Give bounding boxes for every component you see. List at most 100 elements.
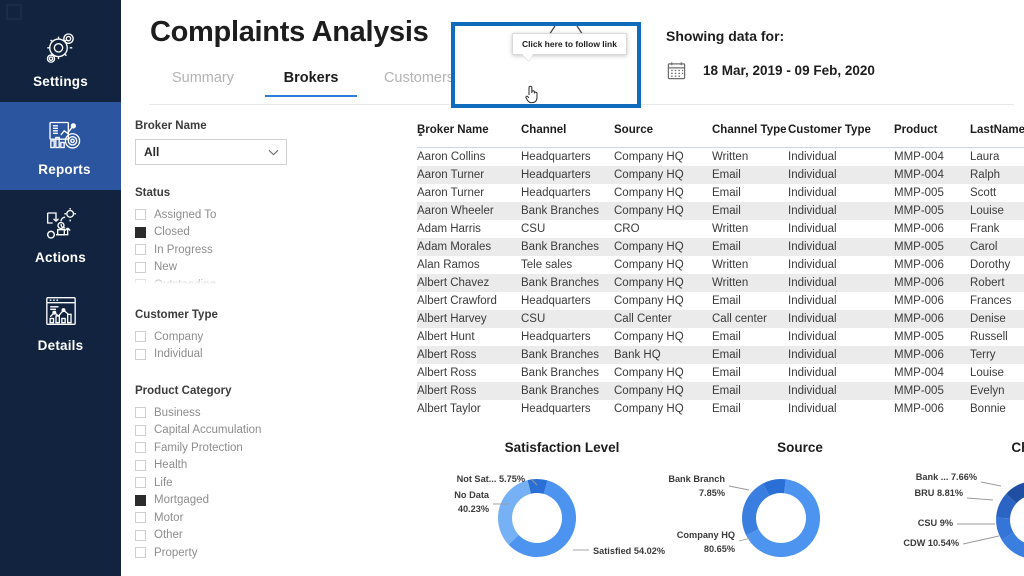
column-header-product[interactable]: Product [894,124,970,148]
product-option-business[interactable]: Business [135,404,287,422]
table-row[interactable]: Albert Chavez Bank Branches Company HQ Writ… [417,274,1024,292]
checkbox[interactable] [135,442,146,454]
column-header-lastname[interactable]: LastName [970,124,1024,148]
table-row[interactable]: Adam Harris CSU CRO Written Individual MMP-00… [417,220,1024,238]
table-cell: Email [712,187,741,199]
table-row[interactable]: Albert Hunt Headquarters Company HQ Email In… [417,328,1024,346]
table-cell: Written [712,277,749,289]
table-cell: Company HQ [614,385,684,397]
column-header-channel[interactable]: Channel [521,124,614,148]
checkbox[interactable] [135,529,146,541]
date-range-value[interactable]: 18 Mar, 2019 - 09 Feb, 2020 [703,63,875,78]
status-option-in-progress[interactable]: In Progress [135,241,287,259]
checkbox[interactable] [135,331,146,343]
sidebar-item-details[interactable]: Details [0,278,121,366]
broker-name-select[interactable]: All [135,139,287,165]
main-content: Complaints Analysis Summary Brokers Cust… [121,0,1024,576]
table-cell: Individual [788,187,837,199]
customer-type-option-company[interactable]: Company [135,328,287,346]
column-header-source[interactable]: Source [614,124,712,148]
table-cell: Email [712,241,741,253]
table-cell: Company HQ [614,367,684,379]
table-row[interactable]: Alan Ramos Tele sales Company HQ Written Ind… [417,256,1024,274]
chart-label-no-data-line1: No Data [454,490,490,500]
table-cell: Individual [788,295,837,307]
table-cell: MMP-006 [894,403,944,415]
checkbox[interactable] [135,348,146,360]
table-cell: MMP-005 [894,205,944,217]
table-row[interactable]: Albert Taylor Headquarters Company HQ Email… [417,400,1024,418]
checkbox[interactable] [135,261,146,273]
slice-bank-branch[interactable] [742,483,770,536]
tab-customers[interactable]: Customers [365,70,473,97]
checkbox[interactable] [135,547,146,559]
sidebar-item-settings[interactable]: Settings [0,14,121,102]
table-cell: Email [712,169,741,181]
option-label: In Progress [154,243,213,256]
chart-label-bank-branch-line1: Bank Branch [668,474,725,484]
table-row[interactable]: Albert Crawford Headquarters Company HQ Ema… [417,292,1024,310]
table-cell: MMP-004 [894,151,944,163]
table-cell: Email [712,385,741,397]
checkbox[interactable] [135,494,146,506]
tab-summary[interactable]: Summary [149,70,257,97]
option-label: Life [154,476,173,489]
status-option-assigned-to[interactable]: Assigned To [135,206,287,224]
table-cell: Bonnie [970,403,1006,415]
status-option-closed[interactable]: Closed [135,224,287,242]
checkbox[interactable] [135,477,146,489]
table-row[interactable]: Albert Ross Bank Branches Company HQ Email I… [417,382,1024,400]
table-cell: Adam Morales [417,241,492,253]
checkbox[interactable] [135,226,146,238]
table-cell: Albert Chavez [417,277,490,289]
column-header-customer-type[interactable]: Customer Type [788,124,894,148]
table-row[interactable]: Albert Harvey CSU Call Center Call center In… [417,310,1024,328]
status-filter-label: Status [135,187,171,199]
customer-type-option-individual[interactable]: Individual [135,346,287,364]
table-cell: Company HQ [614,151,684,163]
table-cell: MMP-006 [894,259,944,271]
table-row[interactable]: Aaron Turner Headquarters Company HQ Email I… [417,166,1024,184]
table-cell: Aaron Wheeler [417,205,494,217]
table-row[interactable]: Albert Ross Bank Branches Company HQ Email I… [417,364,1024,382]
table-cell: Individual [788,151,837,163]
checkbox[interactable] [135,244,146,256]
checkbox[interactable] [135,512,146,524]
app-root: Settings Reports Actions Details Complai… [0,0,1024,576]
table-cell: Albert Harvey [417,313,487,325]
status-filter-group: Status Assigned To Closed In Progress Ne… [135,187,287,287]
date-filter: Showing data for: 18 Mar, 2019 - 09 Feb,… [666,28,875,81]
table-cell: Alan Ramos [417,259,480,271]
table-cell: Individual [788,313,837,325]
column-header-broker-name[interactable]: Broker Name ▲ [417,124,521,148]
table-cell: Albert Ross [417,367,477,379]
broker-name-filter-label: Broker Name [135,120,207,132]
table-cell: Albert Taylor [417,403,481,415]
table-cell: MMP-005 [894,331,944,343]
option-label: Other [154,529,183,542]
table-row[interactable]: Adam Morales Bank Branches Company HQ Email… [417,238,1024,256]
status-option-new[interactable]: New [135,259,287,277]
tab-brokers[interactable]: Brokers [257,70,365,97]
channel-donut[interactable]: Bank ... 7.66% BRU 8.81% CSU 9% CDW 10.5… [889,436,1024,576]
broker-name-value: All [144,145,160,159]
table-row[interactable]: Aaron Collins Headquarters Company HQ Writt… [417,148,1024,167]
table-row[interactable]: Albert Ross Bank Branches Bank HQ Email Indi… [417,346,1024,364]
table-cell: Written [712,223,749,235]
sidebar-item-actions[interactable]: Actions [0,190,121,278]
checkbox[interactable] [135,424,146,436]
sidebar-item-reports[interactable]: Reports [0,102,129,190]
option-label: Family Protection [154,441,243,454]
table-row[interactable]: Aaron Wheeler Bank Branches Company HQ Emai… [417,202,1024,220]
checkbox[interactable] [135,209,146,221]
slice-no-data[interactable] [498,480,531,545]
table-cell: Scott [970,187,997,199]
column-header-channel-type[interactable]: Channel Type [712,124,788,148]
option-label: Business [154,406,201,419]
table-cell: Albert Hunt [417,331,475,343]
table-cell: Individual [788,331,837,343]
table-cell: Adam Harris [417,223,481,235]
checkbox[interactable] [135,407,146,419]
checkbox[interactable] [135,459,146,471]
table-row[interactable]: Aaron Turner Headquarters Company HQ Email I… [417,184,1024,202]
